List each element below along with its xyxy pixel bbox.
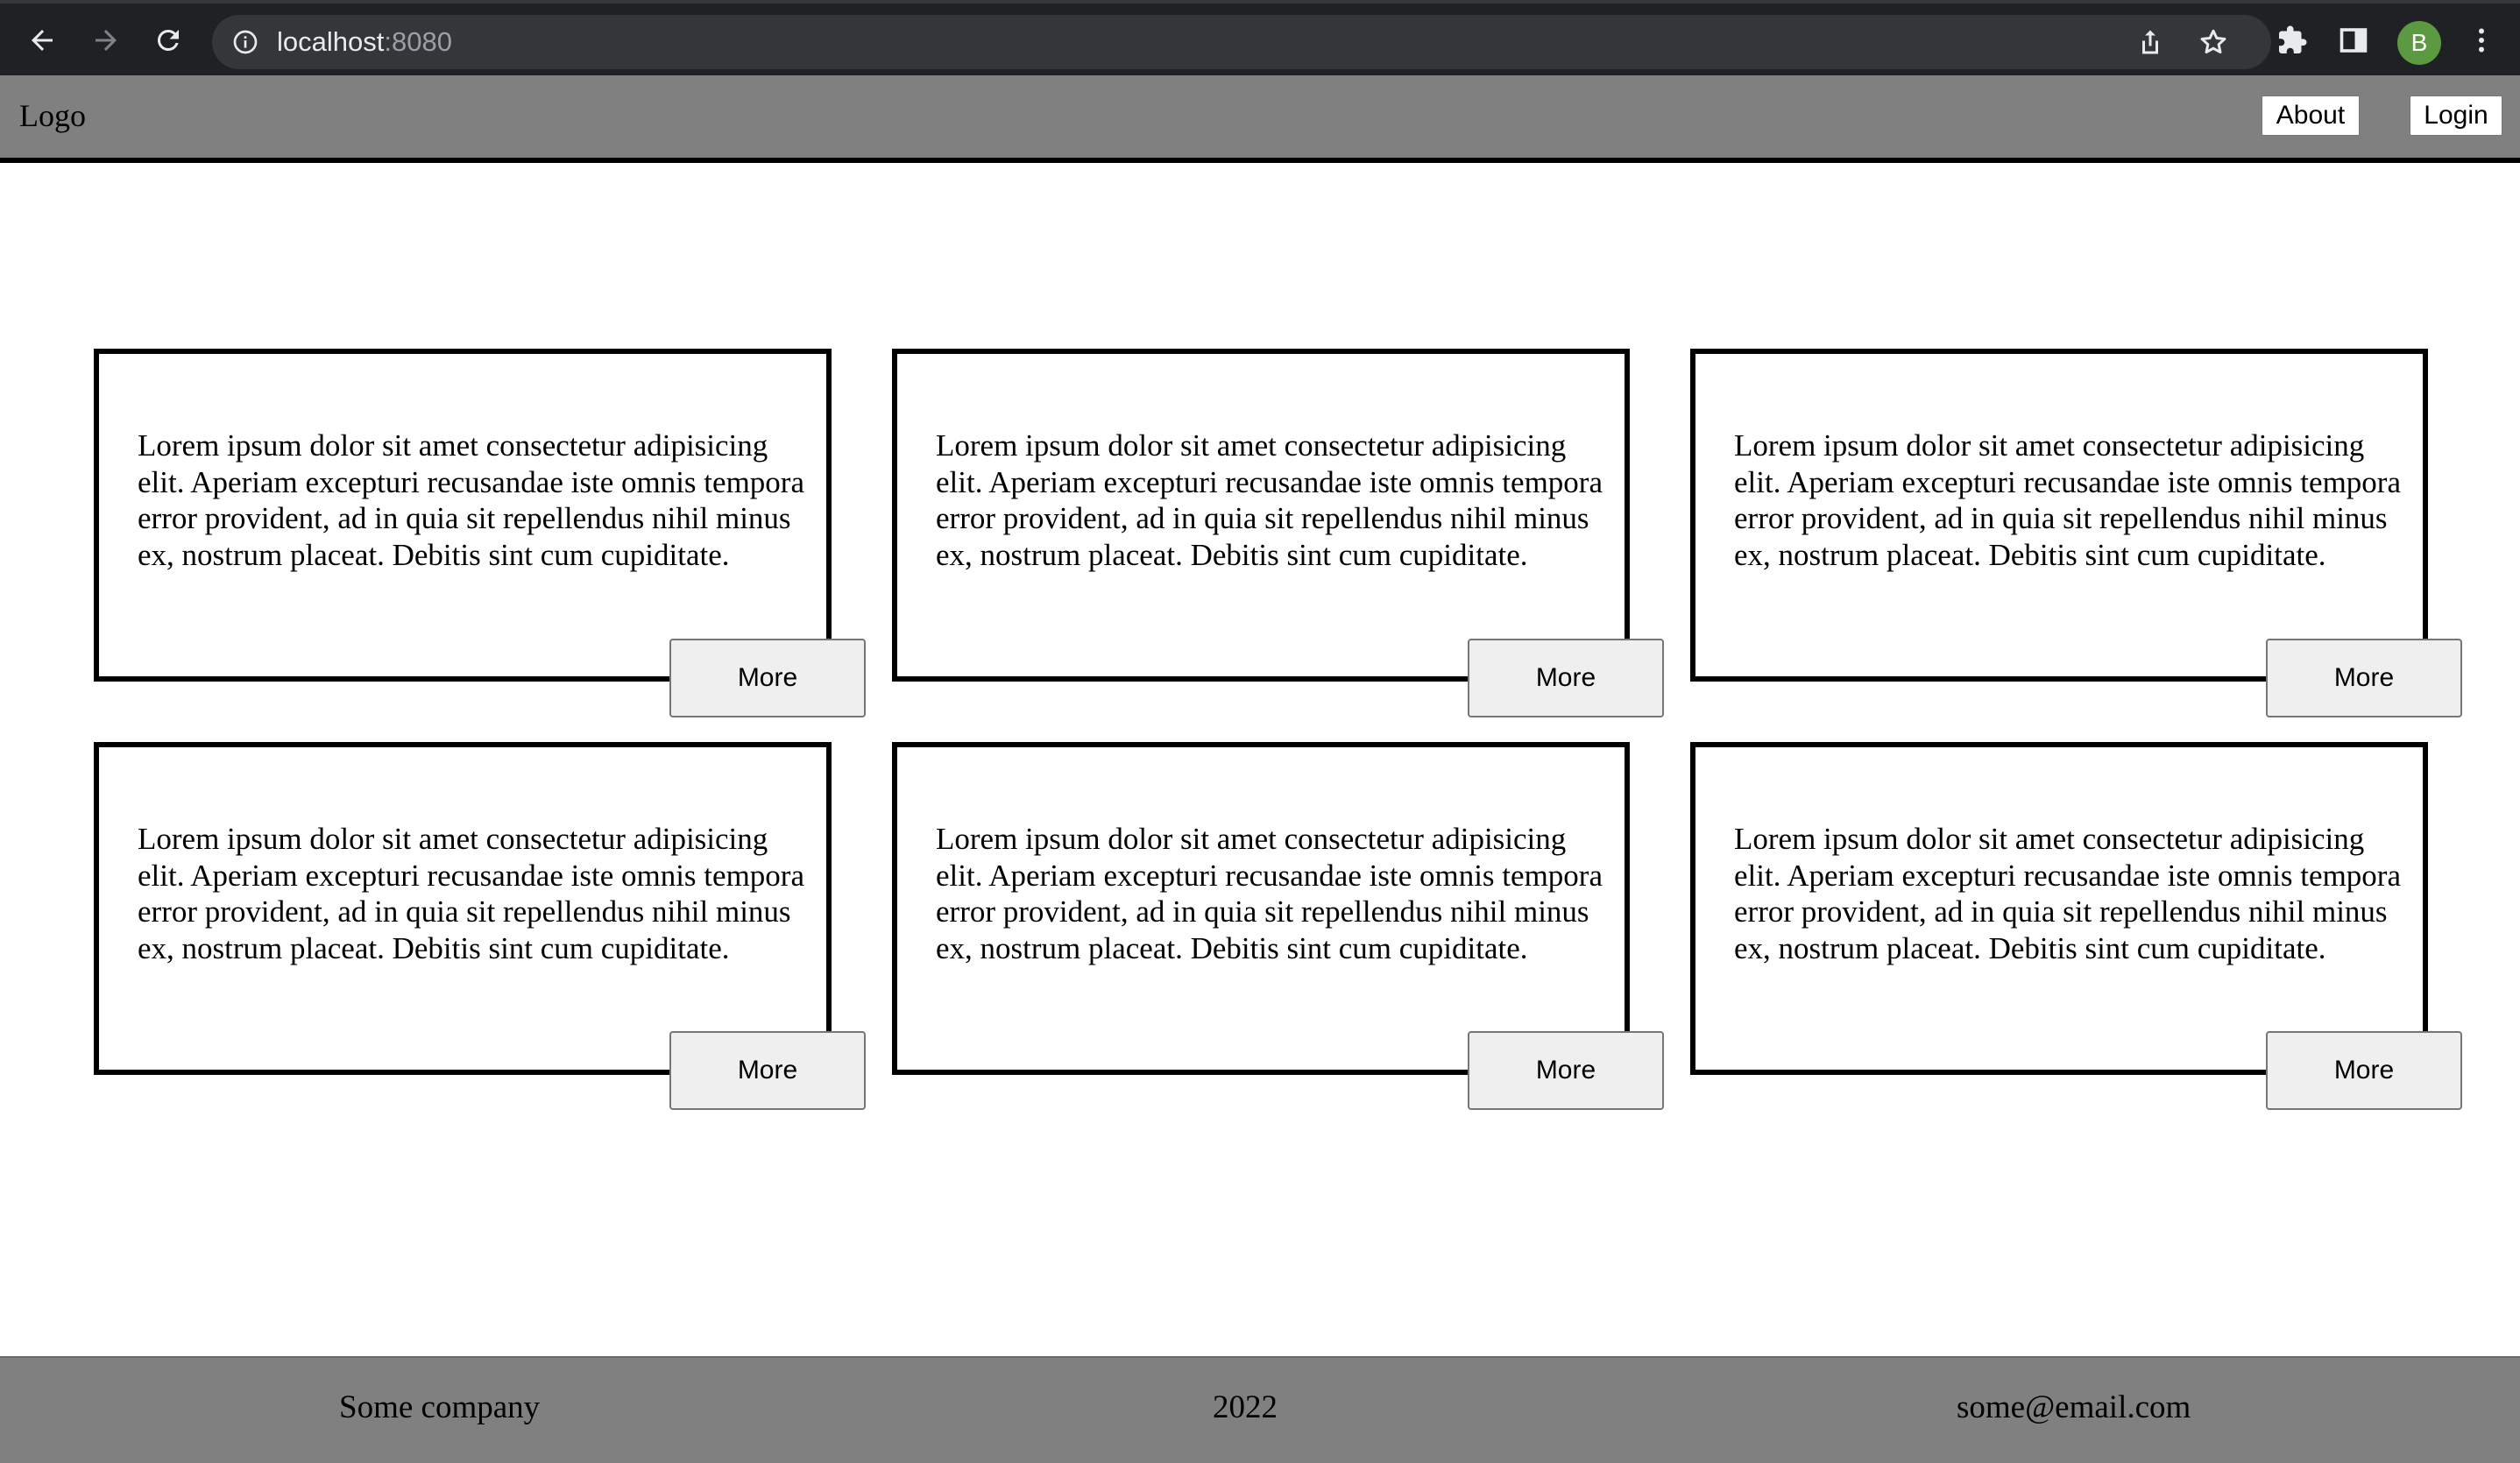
- reload-icon: [157, 29, 179, 51]
- address-bar[interactable]: localhost:8080: [212, 15, 2271, 69]
- extensions-button[interactable]: [2275, 23, 2310, 58]
- url-text[interactable]: localhost:8080: [277, 25, 452, 59]
- card-3: Lorem ipsum dolor sit amet consectetur a…: [1690, 349, 2428, 682]
- bookmark-star-icon[interactable]: [2198, 26, 2229, 58]
- card-4-more-button[interactable]: More: [669, 1031, 866, 1110]
- profile-avatar[interactable]: B: [2397, 21, 2441, 65]
- card-6-more-button[interactable]: More: [2266, 1031, 2462, 1110]
- card-text: Lorem ipsum dolor sit amet consectetur a…: [138, 428, 804, 572]
- back-arrow-icon: [32, 30, 53, 51]
- forward-button[interactable]: [88, 23, 124, 58]
- footer-email[interactable]: some@email.com: [1957, 1389, 2191, 1426]
- card-2: Lorem ipsum dolor sit amet consectetur a…: [892, 349, 1630, 682]
- footer-year: 2022: [1213, 1389, 1278, 1425]
- site-footer: Some company 2022 some@email.com: [0, 1356, 2520, 1463]
- url-host: localhost: [277, 26, 385, 57]
- card-text: Lorem ipsum dolor sit amet consectetur a…: [936, 428, 1603, 572]
- card-5-more-button[interactable]: More: [1468, 1031, 1664, 1110]
- site-header: Logo About Login: [0, 75, 2520, 163]
- browser-toolbar: localhost:8080 B: [0, 0, 2520, 75]
- login-button[interactable]: Login: [2410, 95, 2502, 136]
- card-6: Lorem ipsum dolor sit amet consectetur a…: [1690, 742, 2428, 1075]
- forward-arrow-icon: [96, 30, 117, 51]
- extensions-puzzle-icon: [2279, 25, 2307, 53]
- card-1: Lorem ipsum dolor sit amet consectetur a…: [94, 349, 832, 682]
- about-button[interactable]: About: [2262, 95, 2360, 136]
- url-port: :8080: [384, 26, 452, 57]
- kebab-menu-icon: [2479, 28, 2484, 53]
- side-panel-button[interactable]: [2336, 23, 2371, 58]
- info-icon[interactable]: [231, 28, 259, 56]
- card-3-more-button[interactable]: More: [2266, 639, 2462, 717]
- card-text: Lorem ipsum dolor sit amet consectetur a…: [1734, 822, 2401, 965]
- footer-company: Some company: [339, 1389, 541, 1425]
- card-2-more-button[interactable]: More: [1468, 639, 1664, 717]
- card-5: Lorem ipsum dolor sit amet consectetur a…: [892, 742, 1630, 1075]
- reload-button[interactable]: [151, 23, 186, 58]
- back-button[interactable]: [25, 23, 60, 58]
- site-logo[interactable]: Logo: [19, 98, 86, 133]
- card-1-more-button[interactable]: More: [669, 639, 866, 717]
- browser-menu-button[interactable]: [2464, 23, 2499, 58]
- card-text: Lorem ipsum dolor sit amet consectetur a…: [138, 822, 804, 965]
- card-text: Lorem ipsum dolor sit amet consectetur a…: [936, 822, 1603, 965]
- card-4: Lorem ipsum dolor sit amet consectetur a…: [94, 742, 832, 1075]
- side-panel-icon: [2339, 28, 2368, 53]
- share-icon[interactable]: [2134, 26, 2166, 58]
- card-text: Lorem ipsum dolor sit amet consectetur a…: [1734, 428, 2401, 572]
